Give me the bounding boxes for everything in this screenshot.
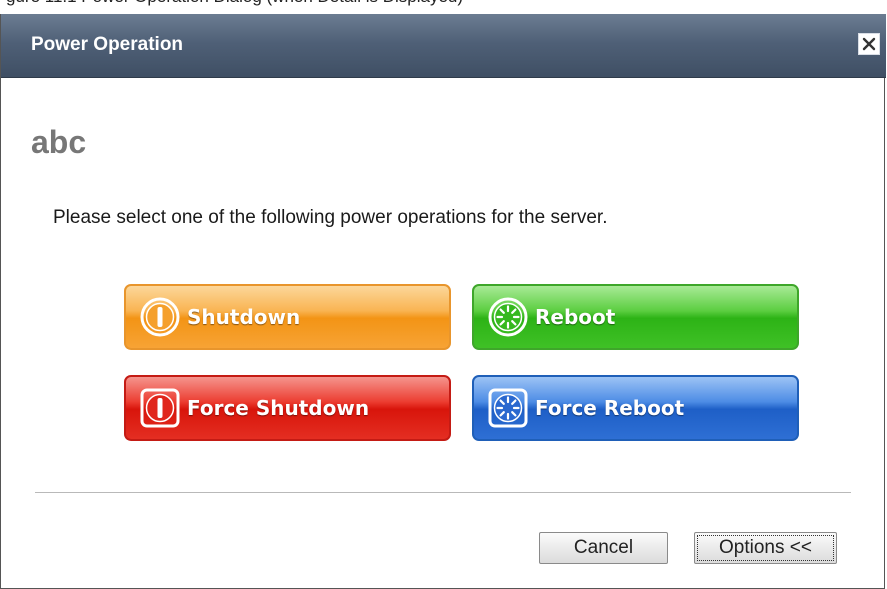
force-reboot-button[interactable]: Force Reboot	[472, 375, 799, 441]
reboot-button[interactable]: Reboot	[472, 284, 799, 350]
dialog-title: Power Operation	[31, 34, 184, 55]
reboot-icon	[488, 297, 528, 337]
power-icon	[140, 297, 180, 337]
reboot-icon	[488, 388, 528, 428]
dialog-titlebar[interactable]: Power Operation	[1, 14, 886, 78]
server-name-heading: abc	[31, 124, 87, 160]
close-icon	[862, 37, 876, 51]
options-button[interactable]: Options <<	[694, 532, 837, 564]
force-shutdown-button[interactable]: Force Shutdown	[124, 375, 451, 441]
shutdown-label: Shutdown	[187, 305, 301, 329]
shutdown-button[interactable]: Shutdown	[124, 284, 451, 350]
cancel-button[interactable]: Cancel	[539, 532, 668, 564]
force-reboot-label: Force Reboot	[535, 396, 685, 420]
instruction-text: Please select one of the following power…	[53, 207, 608, 228]
footer-divider	[35, 492, 851, 493]
force-shutdown-label: Force Shutdown	[187, 396, 370, 420]
power-operation-dialog: Power Operation abc Please select one of…	[0, 14, 886, 589]
reboot-label: Reboot	[535, 305, 616, 329]
figure-caption: gure 11.1 Power Operation Dialog (when D…	[6, 0, 463, 9]
close-button[interactable]	[858, 33, 880, 55]
power-icon	[140, 388, 180, 428]
